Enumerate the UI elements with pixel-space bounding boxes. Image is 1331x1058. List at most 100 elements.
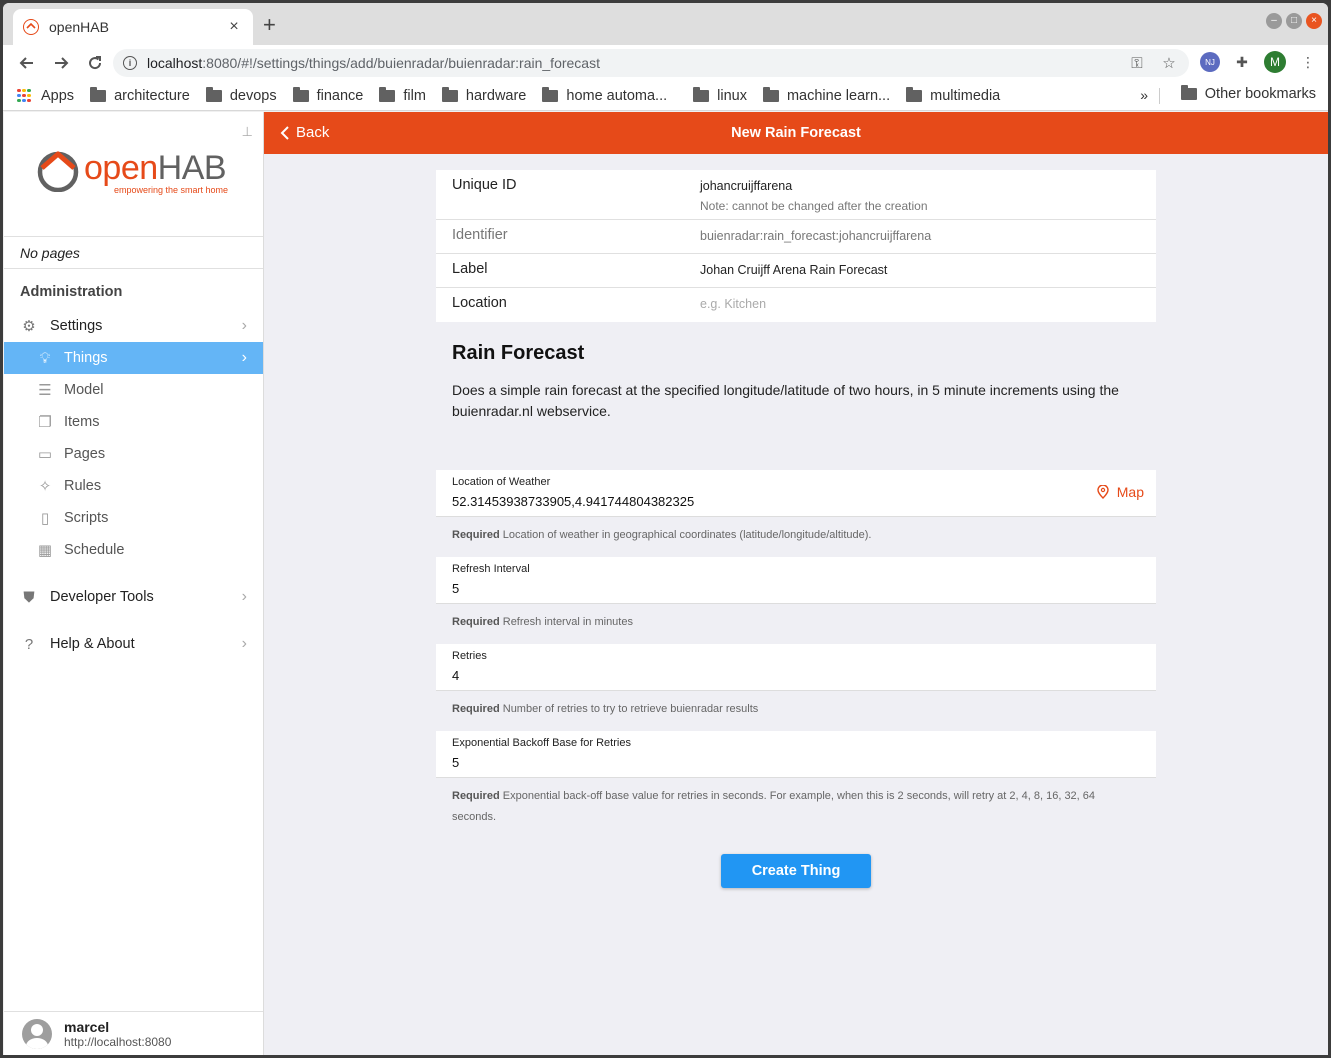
- key-icon[interactable]: ⚿: [1127, 53, 1147, 73]
- openhab-favicon-icon: [23, 19, 39, 35]
- bookmark-folder[interactable]: home automa...: [542, 86, 667, 104]
- bookmark-folder[interactable]: finance: [292, 86, 363, 104]
- thing-type-title: Rain Forecast: [452, 342, 585, 364]
- sidebar-item-items[interactable]: ❐ Items: [4, 406, 263, 438]
- kebab-menu-icon[interactable]: ⋮: [1298, 52, 1318, 72]
- openhab-logo: openHAB empowering the smart home: [36, 148, 236, 198]
- param-label: Retries: [452, 650, 487, 662]
- chevron-right-icon: ›: [241, 635, 247, 652]
- browser-window: openHAB × + – □ × i localhost:8080/#!/se…: [3, 3, 1328, 1055]
- url-text[interactable]: localhost:8080/#!/settings/things/add/bu…: [147, 55, 1115, 71]
- info-icon[interactable]: i: [123, 56, 137, 70]
- browser-toolbar: i localhost:8080/#!/settings/things/add/…: [3, 45, 1328, 81]
- sidebar-item-model[interactable]: ☰ Model: [4, 374, 263, 406]
- folder-icon: [906, 86, 923, 102]
- folder-icon: [379, 86, 396, 102]
- folder-icon: [762, 86, 779, 102]
- sidebar: ⊥ openHAB empowering the smart home No p…: [4, 112, 264, 1055]
- param-help: Required Number of retries to try to ret…: [452, 703, 759, 715]
- bookmark-folder[interactable]: multimedia: [906, 86, 1000, 104]
- bookmark-folder[interactable]: architecture: [90, 86, 190, 104]
- sidebar-item-settings[interactable]: ⚙ Settings ›: [4, 310, 263, 342]
- more-bookmarks-icon[interactable]: »: [1140, 87, 1148, 103]
- logo-tagline: empowering the smart home: [114, 185, 229, 195]
- folder-icon: [1180, 85, 1197, 100]
- puzzle-icon[interactable]: ✚: [1232, 52, 1252, 72]
- folder-icon: [205, 86, 222, 102]
- param-value[interactable]: 4: [452, 668, 1140, 683]
- other-bookmarks[interactable]: Other bookmarks: [1180, 85, 1316, 102]
- forward-arrow-icon[interactable]: [45, 47, 77, 79]
- unique-id-field[interactable]: johancruijffarena Note: cannot be change…: [700, 170, 1140, 219]
- bookmark-folder[interactable]: devops: [205, 86, 277, 104]
- browser-tab[interactable]: openHAB ×: [13, 9, 253, 45]
- location-label: Location: [452, 295, 507, 311]
- thing-type-description: Does a simple rain forecast at the speci…: [452, 382, 1119, 419]
- sidebar-item-things[interactable]: 💡︎ Things ›: [4, 342, 263, 374]
- param-location: Location of Weather 52.31453938733905,4.…: [436, 470, 1156, 546]
- wand-icon: ✧: [38, 478, 52, 495]
- folder-icon: [90, 86, 107, 102]
- bookmark-apps[interactable]: Apps: [17, 88, 74, 104]
- extension-icon[interactable]: NJ: [1200, 52, 1220, 72]
- openhab-app: ⊥ openHAB empowering the smart home No p…: [4, 112, 1328, 1055]
- map-button[interactable]: Map: [1097, 484, 1144, 500]
- refresh-interval-field[interactable]: Refresh Interval 5: [436, 557, 1156, 604]
- minimize-icon[interactable]: –: [1266, 13, 1282, 29]
- star-icon[interactable]: ☆: [1159, 53, 1179, 73]
- tab-close-icon[interactable]: ×: [225, 18, 243, 36]
- sidebar-item-pages[interactable]: ▭ Pages: [4, 438, 263, 470]
- address-bar[interactable]: i localhost:8080/#!/settings/things/add/…: [113, 49, 1189, 77]
- maximize-icon[interactable]: □: [1286, 13, 1302, 29]
- identifier-label: Identifier: [452, 227, 508, 243]
- folder-icon: [441, 86, 458, 102]
- back-arrow-icon[interactable]: [11, 47, 43, 79]
- location-field[interactable]: e.g. Kitchen: [700, 288, 1140, 311]
- extension-icons: NJ ✚ M ⋮: [1200, 51, 1318, 73]
- page-header: Back New Rain Forecast: [264, 112, 1328, 154]
- calendar-icon: ▦: [37, 542, 53, 559]
- main-content: Unique ID johancruijffarena Note: cannot…: [436, 170, 1156, 888]
- param-refresh-interval: Refresh Interval 5 Required Refresh inte…: [436, 557, 1156, 633]
- reload-icon[interactable]: [79, 47, 111, 79]
- param-label: Location of Weather: [452, 476, 551, 488]
- gear-icon: ⚙: [22, 318, 36, 335]
- param-value[interactable]: 5: [452, 755, 1140, 770]
- sidebar-item-schedule[interactable]: ▦ Schedule: [4, 534, 263, 566]
- retries-field[interactable]: Retries 4: [436, 644, 1156, 691]
- bookmark-folder[interactable]: linux: [693, 86, 747, 104]
- location-row: Location e.g. Kitchen: [436, 288, 1156, 322]
- location-weather-field[interactable]: Location of Weather 52.31453938733905,4.…: [436, 470, 1156, 517]
- bookmarks-divider: [1159, 88, 1160, 104]
- identifier-row: Identifier buienradar:rain_forecast:joha…: [436, 220, 1156, 254]
- new-tab-icon[interactable]: +: [263, 14, 276, 36]
- administration-heading: Administration: [20, 284, 123, 300]
- squares-icon: ❐: [38, 414, 52, 431]
- create-thing-button[interactable]: Create Thing: [721, 854, 871, 888]
- user-profile[interactable]: marcel http://localhost:8080: [4, 1011, 263, 1055]
- chevron-right-icon: ›: [241, 317, 247, 334]
- sidebar-item-developer-tools[interactable]: ⛊ Developer Tools ›: [4, 581, 263, 613]
- folder-icon: [693, 86, 710, 102]
- param-exponential-backoff: Exponential Backoff Base for Retries 5 R…: [436, 731, 1156, 828]
- param-value[interactable]: 52.31453938733905,4.941744804382325: [452, 494, 1140, 509]
- bookmark-folder[interactable]: hardware: [441, 86, 526, 104]
- param-value[interactable]: 5: [452, 581, 1140, 596]
- identifier-value: buienradar:rain_forecast:johancruijffare…: [700, 229, 932, 243]
- sidebar-item-help-about[interactable]: ? Help & About ›: [4, 628, 263, 660]
- label-field[interactable]: Johan Cruijff Arena Rain Forecast: [700, 254, 1140, 277]
- sidebar-item-scripts[interactable]: ▯ Scripts: [4, 502, 263, 534]
- param-label: Exponential Backoff Base for Retries: [452, 737, 631, 749]
- window-close-icon[interactable]: ×: [1306, 13, 1322, 29]
- list-tree-icon: ☰: [38, 382, 52, 399]
- lightbulb-icon: 💡︎: [39, 349, 51, 367]
- sidebar-item-rules[interactable]: ✧ Rules: [4, 470, 263, 502]
- chevron-right-icon: ›: [241, 588, 247, 605]
- folder-icon: [292, 86, 309, 102]
- exponential-backoff-field[interactable]: Exponential Backoff Base for Retries 5: [436, 731, 1156, 778]
- bookmark-folder[interactable]: film: [379, 86, 426, 104]
- monitor-icon: ▭: [37, 446, 53, 463]
- bookmark-folder[interactable]: machine learn...: [762, 86, 890, 104]
- pin-icon[interactable]: ⊥: [242, 124, 253, 140]
- profile-avatar[interactable]: M: [1264, 51, 1286, 73]
